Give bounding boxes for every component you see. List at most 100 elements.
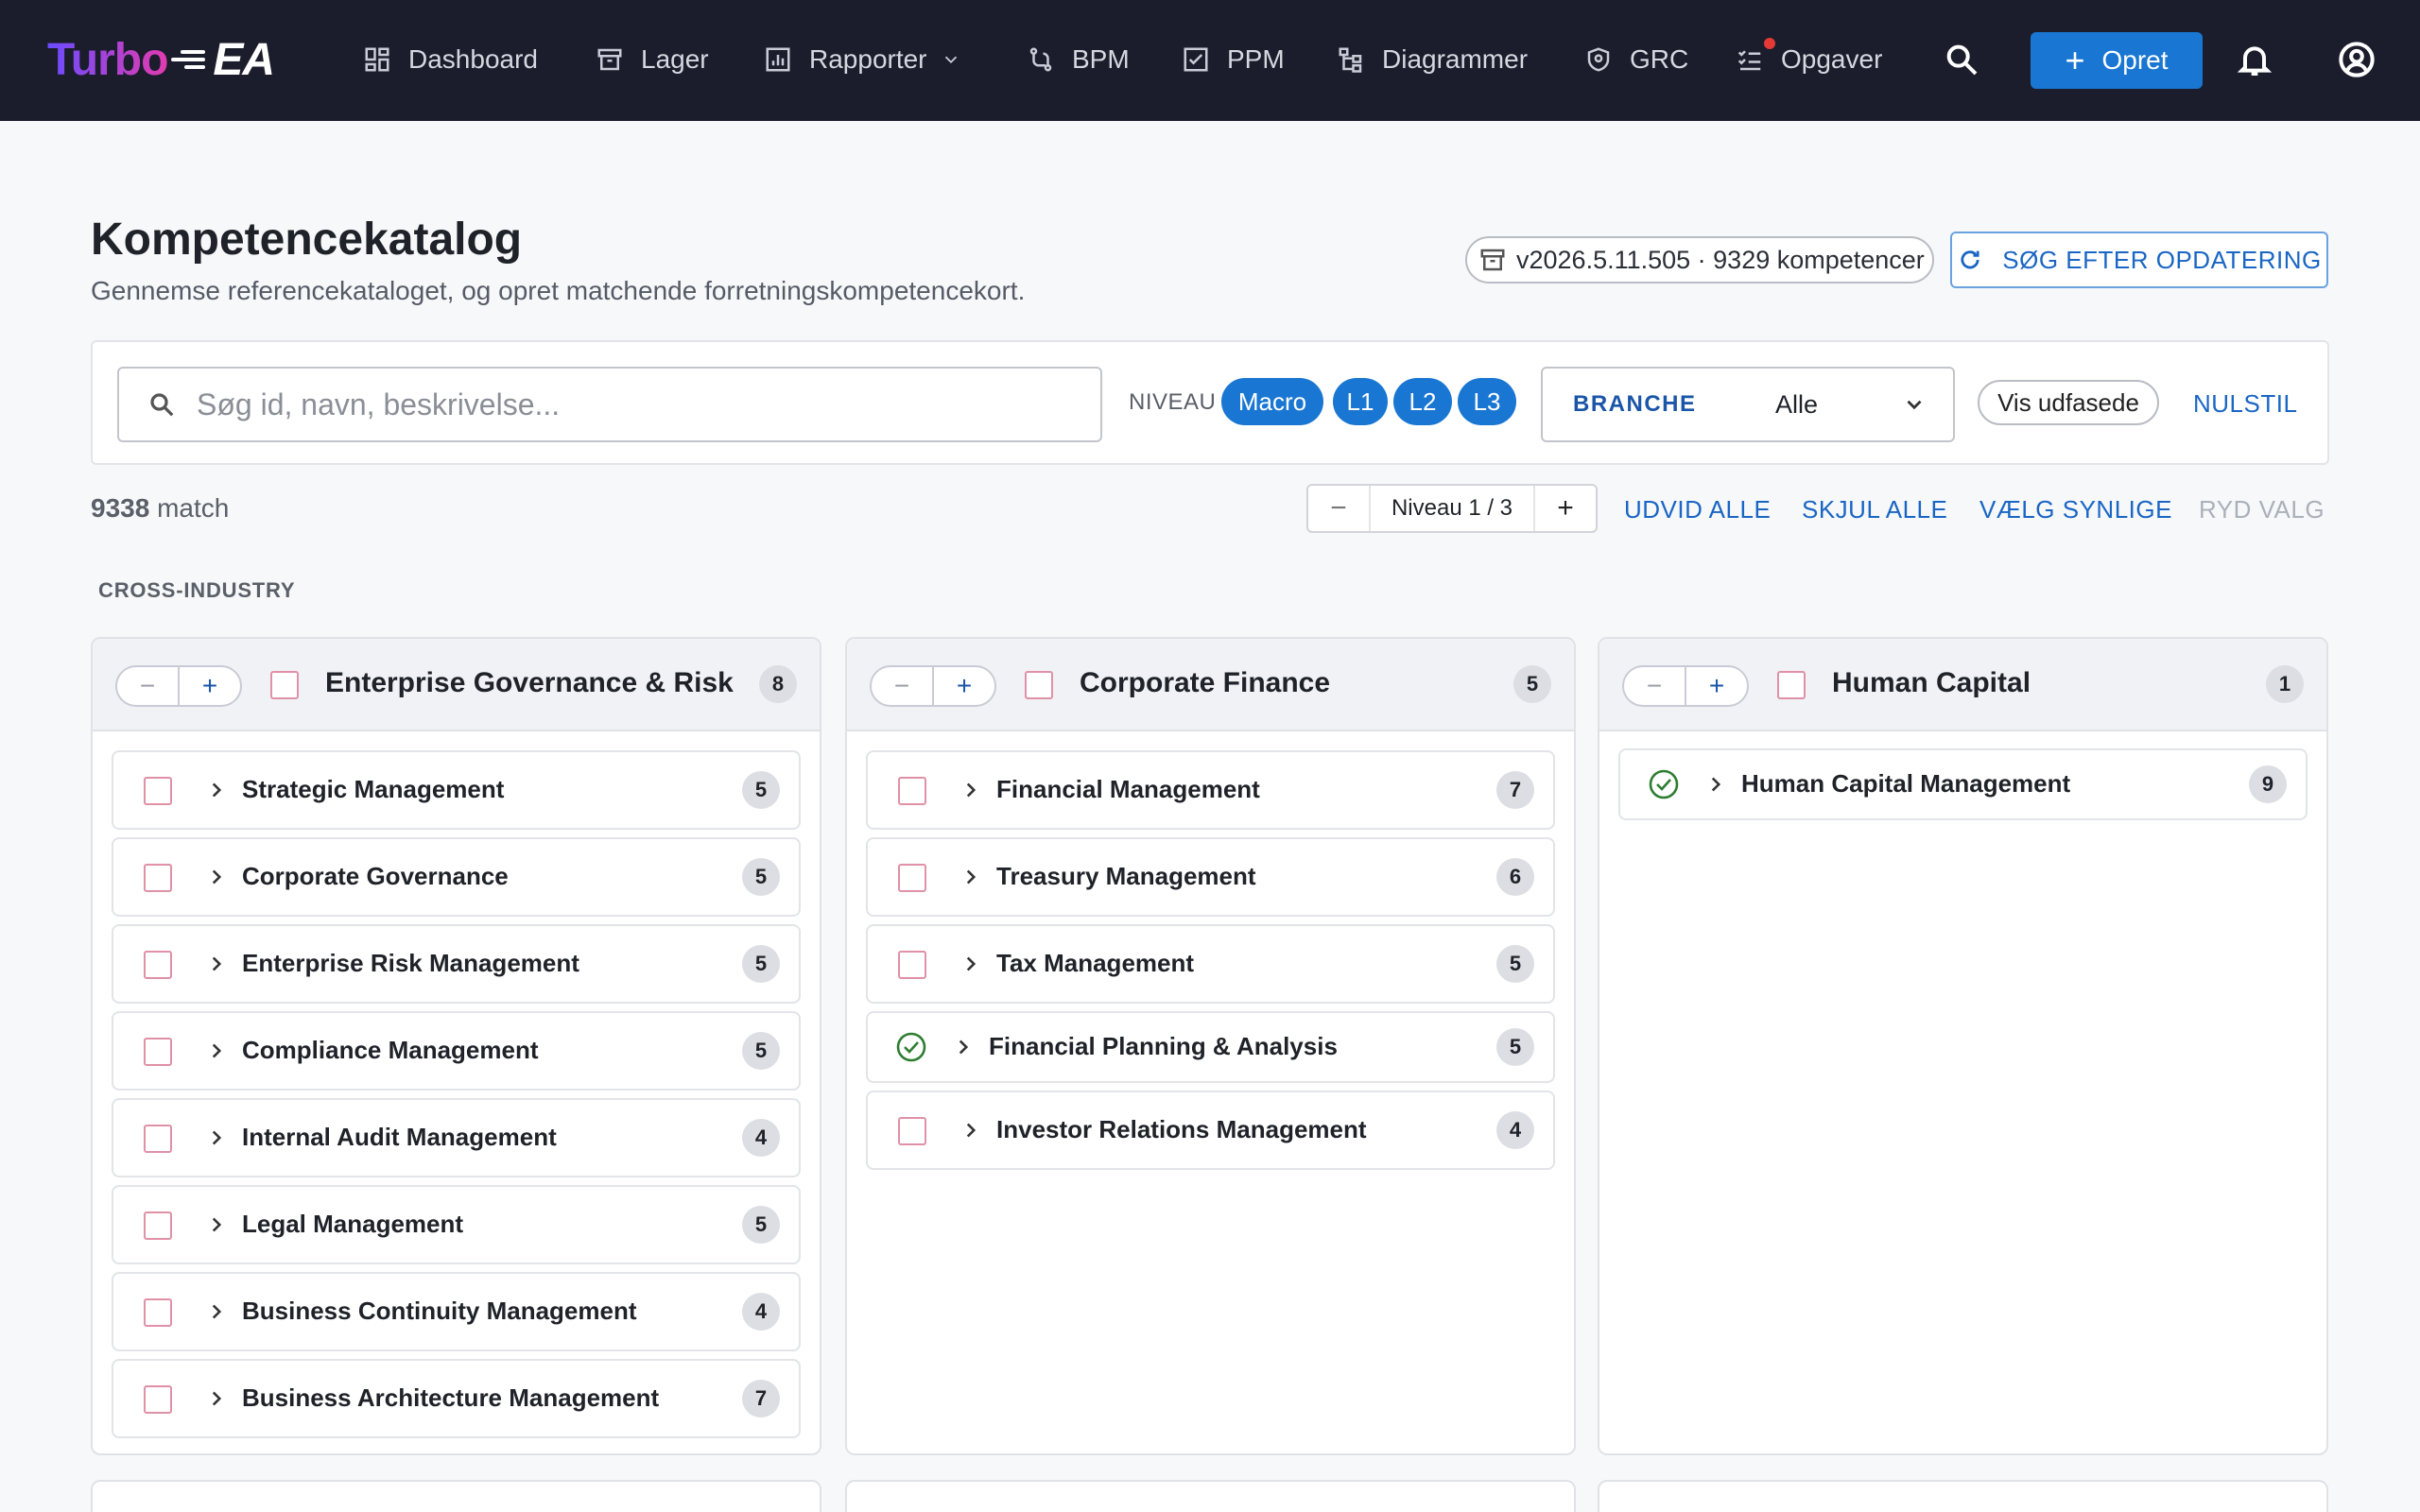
nav-lager[interactable]: Lager bbox=[596, 38, 709, 81]
search-field[interactable] bbox=[117, 367, 1102, 442]
top-navbar: Turbo EA Dashboard Lager Rapporter BPM P… bbox=[0, 0, 2420, 121]
chevron-right-icon[interactable] bbox=[204, 1212, 229, 1237]
chevron-right-icon[interactable] bbox=[204, 952, 229, 976]
level-decrease-button[interactable]: − bbox=[1308, 486, 1369, 531]
item-count-badge: 5 bbox=[742, 1206, 780, 1244]
match-count-suffix: match bbox=[157, 493, 230, 523]
collapse-button[interactable]: − bbox=[117, 667, 180, 705]
item-count-badge: 7 bbox=[1496, 771, 1534, 809]
chevron-right-icon[interactable] bbox=[959, 865, 983, 889]
column-checkbox[interactable] bbox=[270, 671, 299, 699]
list-item[interactable]: Business Architecture Management 7 bbox=[112, 1359, 801, 1438]
chevron-right-icon[interactable] bbox=[959, 952, 983, 976]
level-chip-l1[interactable]: L1 bbox=[1333, 378, 1388, 425]
nav-opgaver[interactable]: Opgaver bbox=[1736, 38, 1882, 81]
list-item[interactable]: Financial Management 7 bbox=[866, 750, 1555, 830]
collapse-button[interactable]: − bbox=[872, 667, 934, 705]
item-checkbox[interactable] bbox=[898, 864, 926, 892]
clear-selection-button[interactable]: RYD VALG bbox=[2199, 495, 2325, 524]
item-checkbox[interactable] bbox=[144, 1038, 172, 1066]
refresh-icon bbox=[1961, 250, 1979, 269]
create-button[interactable]: + Opret bbox=[2031, 32, 2203, 89]
list-item[interactable]: Enterprise Risk Management 5 bbox=[112, 924, 801, 1004]
chevron-right-icon[interactable] bbox=[204, 1039, 229, 1063]
level-increase-button[interactable]: + bbox=[1535, 486, 1596, 531]
archive-icon bbox=[1480, 249, 1505, 271]
item-checkbox[interactable] bbox=[144, 864, 172, 892]
nav-rapporter[interactable]: Rapporter bbox=[764, 38, 961, 81]
chevron-right-icon[interactable] bbox=[959, 778, 983, 802]
column-title: Corporate Finance bbox=[1080, 667, 1331, 698]
chevron-right-icon[interactable] bbox=[204, 778, 229, 802]
notifications-button[interactable] bbox=[2231, 36, 2278, 83]
collapse-button[interactable]: − bbox=[1624, 667, 1686, 705]
chevron-right-icon[interactable] bbox=[959, 1118, 983, 1143]
version-text: v2026.5.11.505 · 9329 kompetencer bbox=[1516, 245, 1925, 274]
list-item[interactable]: Strategic Management 5 bbox=[112, 750, 801, 830]
item-count-badge: 5 bbox=[1496, 1028, 1534, 1066]
level-chip-l3[interactable]: L3 bbox=[1458, 378, 1516, 425]
list-item[interactable]: Compliance Management 5 bbox=[112, 1011, 801, 1091]
item-checkbox[interactable] bbox=[898, 1117, 926, 1145]
list-item[interactable]: Business Continuity Management 4 bbox=[112, 1272, 801, 1351]
chevron-right-icon[interactable] bbox=[951, 1035, 976, 1059]
nav-diagrammer[interactable]: Diagrammer bbox=[1337, 38, 1528, 81]
list-item[interactable]: Tax Management 5 bbox=[866, 924, 1555, 1004]
expand-button[interactable]: + bbox=[934, 667, 994, 705]
item-label: Legal Management bbox=[242, 1210, 464, 1238]
chevron-right-icon[interactable] bbox=[204, 1125, 229, 1150]
column-card: − + Enterprise Governance & Risk 8 Strat… bbox=[91, 637, 821, 1455]
select-visible-button[interactable]: VÆLG SYNLIGE bbox=[1979, 495, 2172, 524]
item-checkbox[interactable] bbox=[898, 951, 926, 979]
account-button[interactable] bbox=[2333, 36, 2380, 83]
list-item[interactable]: Internal Audit Management 4 bbox=[112, 1098, 801, 1177]
chevron-right-icon[interactable] bbox=[1703, 772, 1728, 797]
project-icon bbox=[1184, 47, 1208, 72]
show-phased-toggle[interactable]: Vis udfasede bbox=[1978, 380, 2159, 425]
level-chip-l2[interactable]: L2 bbox=[1393, 378, 1452, 425]
item-checkbox[interactable] bbox=[144, 1385, 172, 1414]
item-label: Strategic Management bbox=[242, 775, 505, 803]
nav-dashboard[interactable]: Dashboard bbox=[363, 38, 538, 81]
search-input[interactable] bbox=[197, 387, 1047, 422]
check-update-label: SØG EFTER OPDATERING bbox=[2002, 245, 2322, 274]
list-item[interactable]: Investor Relations Management 4 bbox=[866, 1091, 1555, 1170]
list-item[interactable]: Legal Management 5 bbox=[112, 1185, 801, 1264]
list-item[interactable]: Corporate Governance 5 bbox=[112, 837, 801, 917]
chevron-down-icon bbox=[944, 56, 957, 64]
column-card-partial bbox=[91, 1480, 821, 1512]
column-title: Enterprise Governance & Risk bbox=[325, 667, 734, 698]
branche-select[interactable]: BRANCHE Alle bbox=[1541, 367, 1955, 442]
search-button[interactable] bbox=[1938, 36, 1985, 83]
list-item[interactable]: Financial Planning & Analysis 5 bbox=[866, 1011, 1555, 1083]
nav-ppm[interactable]: PPM bbox=[1182, 38, 1285, 81]
expand-button[interactable]: + bbox=[180, 667, 240, 705]
chevron-right-icon[interactable] bbox=[204, 865, 229, 889]
collapse-all-button[interactable]: SKJUL ALLE bbox=[1802, 495, 1947, 524]
item-checkbox[interactable] bbox=[898, 777, 926, 805]
column-card: − + Corporate Finance 5 Financial Manage… bbox=[845, 637, 1576, 1455]
notification-dot bbox=[1764, 38, 1775, 49]
item-checkbox[interactable] bbox=[144, 777, 172, 805]
item-checkbox[interactable] bbox=[144, 951, 172, 979]
level-chip-macro[interactable]: Macro bbox=[1221, 378, 1323, 425]
shield-icon bbox=[1587, 47, 1610, 72]
expand-all-button[interactable]: UDVID ALLE bbox=[1624, 495, 1771, 524]
chevron-right-icon[interactable] bbox=[204, 1386, 229, 1411]
column-checkbox[interactable] bbox=[1777, 671, 1806, 699]
report-chart-icon bbox=[766, 47, 790, 72]
chevron-right-icon[interactable] bbox=[204, 1299, 229, 1324]
list-item[interactable]: Human Capital Management 9 bbox=[1618, 748, 2308, 820]
nav-grc[interactable]: GRC bbox=[1584, 38, 1688, 81]
app-logo[interactable]: Turbo EA bbox=[47, 32, 275, 87]
item-checkbox[interactable] bbox=[144, 1298, 172, 1327]
reset-button[interactable]: NULSTIL bbox=[2193, 389, 2297, 419]
list-item[interactable]: Treasury Management 6 bbox=[866, 837, 1555, 917]
item-checkbox[interactable] bbox=[144, 1211, 172, 1240]
column-header: − + Human Capital 1 bbox=[1599, 639, 2326, 731]
item-checkbox[interactable] bbox=[144, 1125, 172, 1153]
nav-bpm[interactable]: BPM bbox=[1027, 38, 1130, 81]
column-checkbox[interactable] bbox=[1025, 671, 1053, 699]
expand-button[interactable]: + bbox=[1686, 667, 1747, 705]
check-update-button[interactable]: SØG EFTER OPDATERING bbox=[1950, 232, 2328, 288]
